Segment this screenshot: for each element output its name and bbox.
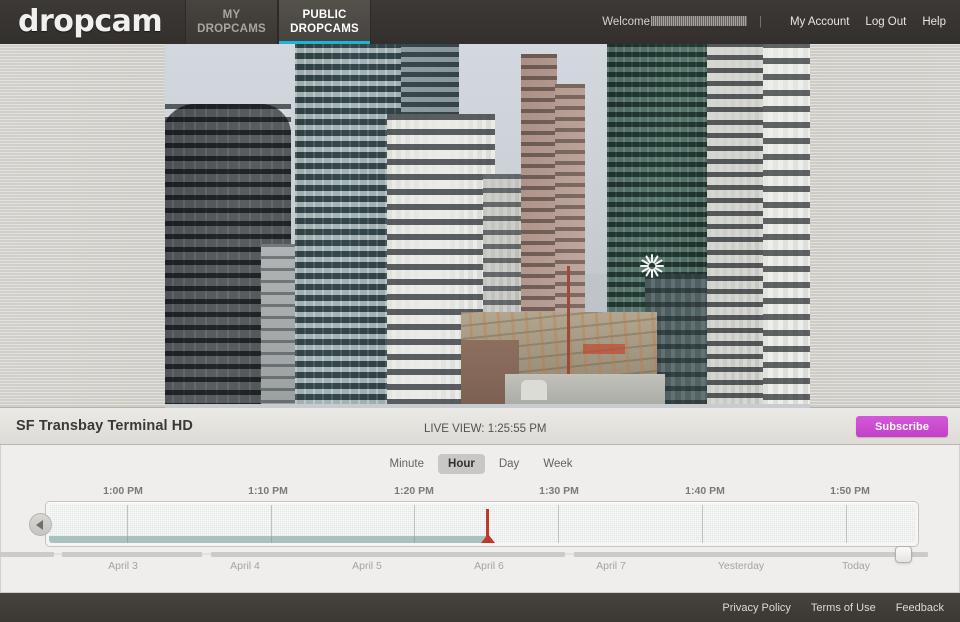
track-segment-divider	[414, 505, 416, 543]
date-label: April 3	[108, 560, 138, 572]
loading-spinner	[638, 252, 666, 280]
nav-tab-public-dropcams-line1: PUBLIC	[302, 9, 347, 21]
main-nav-tabs: MY DROPCAMS PUBLIC DROPCAMS	[185, 0, 371, 44]
welcome-message: Welcome	[602, 16, 747, 28]
camera-info-bar: SF Transbay Terminal HD LIVE VIEW: 1:25:…	[0, 408, 960, 445]
date-scrubber-handle[interactable]	[894, 546, 912, 563]
right-edge-tower-windows	[763, 44, 810, 408]
date-label: Yesterday	[717, 560, 765, 572]
track-segment-divider	[558, 505, 560, 543]
video-stage	[0, 44, 960, 408]
crane-mast	[567, 266, 570, 386]
site-header: dropcam MY DROPCAMS PUBLIC DROPCAMS Welc…	[0, 0, 960, 44]
feedback-link[interactable]: Feedback	[896, 602, 944, 614]
timeline-track[interactable]	[49, 505, 915, 543]
track-segment-divider	[845, 505, 847, 543]
right-white-tower	[707, 44, 767, 408]
timescale-tab-week[interactable]: Week	[533, 454, 582, 474]
header-separator: |	[758, 16, 762, 28]
track-segment-divider	[126, 505, 128, 543]
nav-tab-my-dropcams-line1: MY	[222, 9, 241, 21]
date-label: Today	[841, 560, 871, 572]
date-label: April 7	[596, 560, 626, 572]
camera-title: SF Transbay Terminal HD	[16, 418, 193, 434]
date-label: April 4	[230, 560, 260, 572]
privacy-policy-link[interactable]: Privacy Policy	[722, 602, 790, 614]
timeline-panel: Minute Hour Day Week 1:00 PM 1:10 PM 1:2…	[0, 445, 960, 593]
log-out-link[interactable]: Log Out	[865, 16, 906, 28]
date-label: April 5	[352, 560, 382, 572]
terms-of-use-link[interactable]: Terms of Use	[811, 602, 876, 614]
nav-tab-public-dropcams[interactable]: PUBLIC DROPCAMS	[278, 0, 371, 44]
site-footer: Privacy Policy Terms of Use Feedback	[0, 593, 960, 622]
date-scrubber[interactable]	[0, 546, 928, 563]
logo-container[interactable]: dropcam	[0, 0, 185, 44]
timescale-tab-day[interactable]: Day	[489, 454, 529, 474]
welcome-label: Welcome	[602, 16, 650, 28]
rooftop-tank	[521, 380, 547, 400]
time-ruler: 1:00 PM 1:10 PM 1:20 PM 1:30 PM 1:40 PM …	[1, 485, 960, 501]
nav-tab-my-dropcams[interactable]: MY DROPCAMS	[185, 0, 278, 44]
recorded-clip-bar	[49, 536, 487, 543]
live-video-player[interactable]	[165, 44, 810, 408]
subscribe-button[interactable]: Subscribe	[856, 416, 948, 437]
dropcam-app: dropcam MY DROPCAMS PUBLIC DROPCAMS Welc…	[0, 0, 960, 622]
chevron-left-icon	[36, 519, 43, 530]
date-scrubber-segment	[211, 552, 566, 557]
nav-tab-my-dropcams-line2: DROPCAMS	[197, 23, 266, 35]
date-label: April 6	[474, 560, 504, 572]
username-redacted	[650, 16, 747, 26]
time-tick-label: 1:40 PM	[685, 485, 725, 497]
right-white-tower-windows	[707, 44, 767, 408]
date-scrubber-segment	[62, 552, 203, 557]
time-tick-label: 1:10 PM	[248, 485, 288, 497]
header-account-area: Welcome | My Account Log Out Help	[602, 0, 960, 44]
dropcam-logo[interactable]: dropcam	[18, 7, 163, 37]
help-link[interactable]: Help	[922, 16, 946, 28]
track-segment-divider	[701, 505, 703, 543]
time-tick-label: 1:00 PM	[103, 485, 143, 497]
track-segment-divider	[270, 505, 272, 543]
date-scrubber-segment	[573, 552, 928, 557]
previous-clip-button[interactable]	[29, 513, 52, 536]
timescale-tab-minute[interactable]: Minute	[379, 454, 434, 474]
timescale-tab-group: Minute Hour Day Week	[1, 454, 960, 474]
date-scrubber-segment	[0, 552, 54, 557]
right-edge-tower	[763, 44, 810, 408]
timeline-playhead[interactable]	[486, 509, 490, 543]
time-tick-label: 1:30 PM	[539, 485, 579, 497]
red-equipment	[583, 344, 625, 354]
my-account-link[interactable]: My Account	[790, 16, 849, 28]
time-tick-label: 1:20 PM	[394, 485, 434, 497]
live-view-timestamp: LIVE VIEW: 1:25:55 PM	[424, 423, 547, 435]
timeline-track-container[interactable]	[45, 501, 919, 547]
time-tick-label: 1:50 PM	[830, 485, 870, 497]
timescale-tab-hour[interactable]: Hour	[438, 454, 485, 474]
nav-tab-public-dropcams-line2: DROPCAMS	[290, 23, 359, 35]
